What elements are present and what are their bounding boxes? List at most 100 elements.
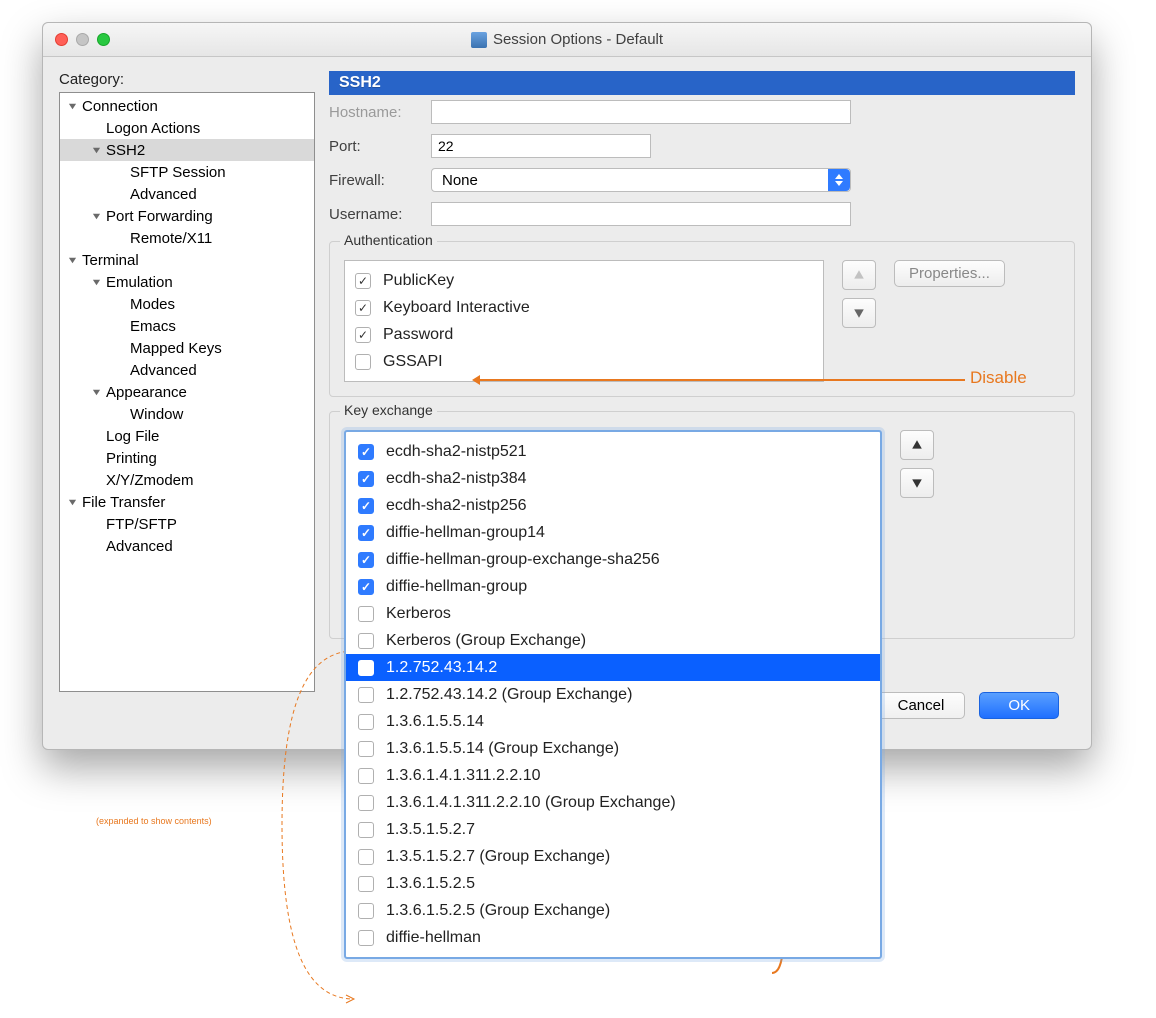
kex-item[interactable]: 1.3.6.1.5.2.5 (Group Exchange) [346,897,880,924]
checkbox[interactable] [358,471,374,487]
auth-item[interactable]: PublicKey [355,267,813,294]
auth-move-down-button[interactable] [842,298,876,328]
disclosure-triangle-icon[interactable] [66,254,78,266]
disclosure-triangle-icon[interactable] [90,210,102,222]
kex-item[interactable]: 1.2.752.43.14.2 (Group Exchange) [346,681,880,708]
hostname-input[interactable] [431,100,851,124]
tree-item[interactable]: Advanced [60,359,314,381]
checkbox[interactable] [355,273,371,289]
auth-item[interactable]: Keyboard Interactive [355,294,813,321]
disclosure-triangle-icon[interactable] [66,496,78,508]
checkbox[interactable] [358,498,374,514]
disclosure-triangle-icon[interactable] [66,100,78,112]
key-exchange-list[interactable]: ecdh-sha2-nistp521 ecdh-sha2-nistp384 ecdh… [344,430,882,959]
checkbox[interactable] [358,903,374,919]
checkbox[interactable] [358,525,374,541]
tree-item[interactable]: Appearance [60,381,314,403]
kex-item-label: 1.3.6.1.4.1.311.2.2.10 [386,767,541,785]
kex-item[interactable]: Kerberos (Group Exchange) [346,627,880,654]
tree-item[interactable]: Modes [60,293,314,315]
kex-item[interactable]: 1.2.752.43.14.2 [346,654,880,681]
checkbox[interactable] [358,579,374,595]
kex-item[interactable]: ecdh-sha2-nistp384 [346,465,880,492]
checkbox[interactable] [358,741,374,757]
checkbox[interactable] [358,660,374,676]
ok-button[interactable]: OK [979,692,1059,719]
checkbox[interactable] [355,327,371,343]
tree-item[interactable]: Advanced [60,183,314,205]
tree-item[interactable]: Log File [60,425,314,447]
checkbox[interactable] [355,354,371,370]
kex-item[interactable]: ecdh-sha2-nistp256 [346,492,880,519]
kex-item-label: ecdh-sha2-nistp384 [386,470,527,488]
checkbox[interactable] [358,633,374,649]
tree-item[interactable]: Printing [60,447,314,469]
tree-item[interactable]: Terminal [60,249,314,271]
kex-move-down-button[interactable] [900,468,934,498]
checkbox[interactable] [358,876,374,892]
checkbox[interactable] [358,768,374,784]
auth-move-up-button[interactable] [842,260,876,290]
checkbox[interactable] [358,552,374,568]
tree-item-label: FTP/SFTP [106,516,177,533]
disclosure-triangle-icon[interactable] [90,386,102,398]
kex-item[interactable]: 1.3.6.1.5.2.5 [346,870,880,897]
checkbox[interactable] [358,930,374,946]
properties-button[interactable]: Properties... [894,260,1005,287]
kex-item-label: Kerberos (Group Exchange) [386,632,586,650]
username-input[interactable] [431,202,851,226]
tree-item[interactable]: Emulation [60,271,314,293]
auth-item-label: GSSAPI [383,353,443,371]
kex-item-label: 1.3.6.1.5.2.5 [386,875,475,893]
port-input[interactable] [431,134,651,158]
authentication-list[interactable]: PublicKey Keyboard InteractivePassword GSS… [344,260,824,382]
kex-item[interactable]: 1.3.6.1.5.5.14 [346,708,880,735]
checkbox[interactable] [358,606,374,622]
kex-move-up-button[interactable] [900,430,934,460]
tree-item[interactable]: Emacs [60,315,314,337]
tree-item[interactable]: FTP/SFTP [60,513,314,535]
auth-item[interactable]: Password [355,321,813,348]
checkbox[interactable] [355,300,371,316]
tree-item[interactable]: X/Y/Zmodem [60,469,314,491]
kex-item[interactable]: Kerberos [346,600,880,627]
checkbox[interactable] [358,444,374,460]
kex-item-label: diffie-hellman-group [386,578,527,596]
kex-item[interactable]: 1.3.6.1.5.5.14 (Group Exchange) [346,735,880,762]
disclosure-triangle-icon[interactable] [90,144,102,156]
auth-item-label: PublicKey [383,272,454,290]
checkbox[interactable] [358,714,374,730]
kex-item[interactable]: diffie-hellman-group [346,573,880,600]
category-tree[interactable]: ConnectionLogon ActionsSSH2SFTP SessionA… [59,92,315,692]
tree-item[interactable]: SSH2 [60,139,314,161]
kex-item[interactable]: diffie-hellman-group14 [346,519,880,546]
kex-item[interactable]: 1.3.6.1.4.1.311.2.2.10 (Group Exchange) [346,789,880,816]
checkbox[interactable] [358,795,374,811]
key-exchange-label: Key exchange [340,402,437,418]
kex-item[interactable]: diffie-hellman-group-exchange-sha256 [346,546,880,573]
auth-item[interactable]: GSSAPI [355,348,813,375]
tree-item[interactable]: Logon Actions [60,117,314,139]
tree-item[interactable]: Connection [60,95,314,117]
checkbox[interactable] [358,687,374,703]
tree-item[interactable]: Window [60,403,314,425]
checkbox[interactable] [358,822,374,838]
checkbox[interactable] [358,849,374,865]
tree-item[interactable]: SFTP Session [60,161,314,183]
app-icon [471,32,487,48]
kex-item[interactable]: ecdh-sha2-nistp521 [346,438,880,465]
chevron-updown-icon [828,169,850,191]
tree-item[interactable]: Port Forwarding [60,205,314,227]
cancel-button[interactable]: Cancel [877,692,966,719]
tree-item-label: X/Y/Zmodem [106,472,194,489]
tree-item[interactable]: Advanced [60,535,314,557]
kex-item[interactable]: 1.3.5.1.5.2.7 (Group Exchange) [346,843,880,870]
tree-item[interactable]: File Transfer [60,491,314,513]
tree-item[interactable]: Remote/X11 [60,227,314,249]
kex-item[interactable]: diffie-hellman [346,924,880,951]
disclosure-triangle-icon[interactable] [90,276,102,288]
kex-item[interactable]: 1.3.5.1.5.2.7 [346,816,880,843]
firewall-select[interactable]: None [431,168,851,192]
kex-item[interactable]: 1.3.6.1.4.1.311.2.2.10 [346,762,880,789]
tree-item[interactable]: Mapped Keys [60,337,314,359]
